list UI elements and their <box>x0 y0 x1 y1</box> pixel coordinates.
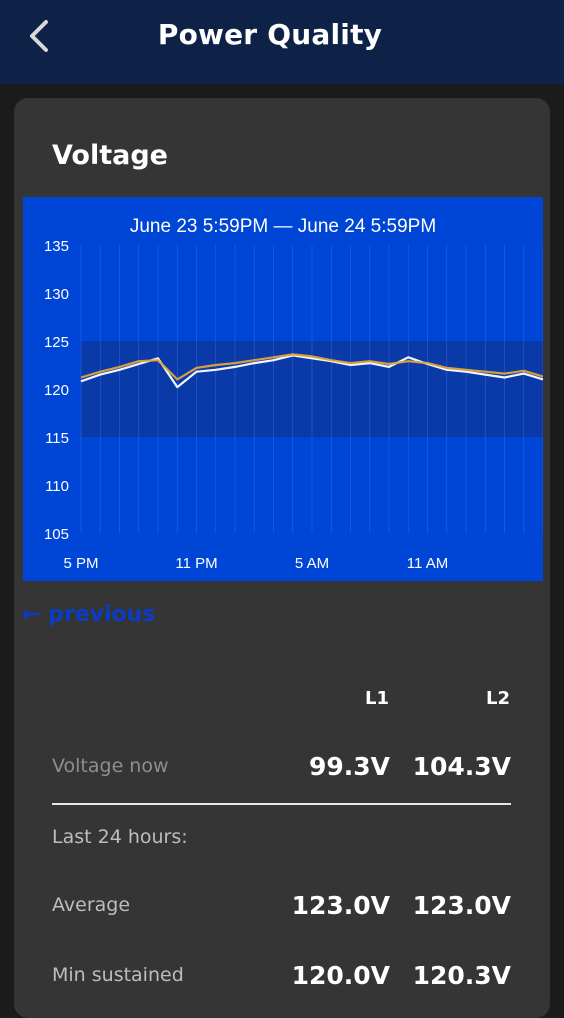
y-tick-label: 110 <box>45 478 69 495</box>
voltage-now-l1: 99.3V <box>308 752 390 781</box>
average-l2: 123.0V <box>412 891 511 920</box>
previous-link[interactable]: ← previous <box>22 602 155 627</box>
page-title: Power Quality <box>157 18 383 51</box>
card-title: Voltage <box>52 140 168 171</box>
row-label-voltage-now: Voltage now <box>52 755 169 777</box>
average-l1: 123.0V <box>291 891 390 920</box>
voltage-now-l2: 104.3V <box>412 752 511 781</box>
x-tick-label: 11 PM <box>175 555 217 572</box>
x-tick-label: 11 AM <box>407 555 448 572</box>
x-tick-label: 5 PM <box>63 555 98 572</box>
min-sustained-l2: 120.3V <box>412 961 511 990</box>
y-tick-label: 105 <box>44 526 69 543</box>
voltage-card: Voltage June 23 5:59PM — June 24 5:59PM 1… <box>14 98 550 1018</box>
y-tick-label: 115 <box>45 430 69 447</box>
min-sustained-l1: 120.0V <box>291 961 390 990</box>
voltage-chart: June 23 5:59PM — June 24 5:59PM 135 130 125… <box>23 197 543 581</box>
divider <box>52 803 511 805</box>
y-tick-label: 125 <box>44 334 69 351</box>
column-header-l1: L1 <box>365 688 389 709</box>
column-header-l2: L2 <box>486 688 510 709</box>
app-header: Power Quality <box>0 0 564 84</box>
y-tick-label: 135 <box>44 238 69 255</box>
row-label-min-sustained: Min sustained <box>52 964 184 986</box>
chart-canvas: June 23 5:59PM — June 24 5:59PM 135 130 125… <box>23 197 543 581</box>
y-tick-label: 120 <box>44 382 69 399</box>
x-tick-label: 5 AM <box>295 555 329 572</box>
y-tick-label: 130 <box>44 286 69 303</box>
row-label-last-24-hours: Last 24 hours: <box>52 826 188 848</box>
row-label-average: Average <box>52 894 131 916</box>
chart-title: June 23 5:59PM — June 24 5:59PM <box>130 216 436 237</box>
